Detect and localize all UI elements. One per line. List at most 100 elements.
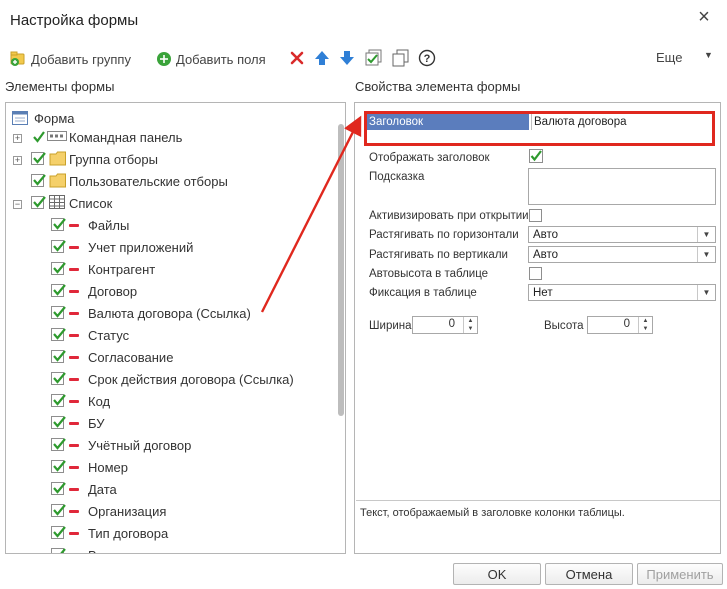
expand-icon[interactable]: + [13, 156, 22, 165]
tree-item-label: Организация [88, 503, 167, 519]
show-heading-checkbox[interactable] [529, 149, 543, 163]
chevron-down-icon[interactable]: ▼ [697, 247, 715, 262]
add-fields-button[interactable]: Добавить поля [156, 48, 266, 70]
tree-child-item[interactable]: Контрагент [88, 258, 155, 280]
tree-root-label: Форма [34, 110, 75, 126]
tree-checkbox[interactable] [51, 218, 66, 231]
tree-checkbox[interactable] [51, 548, 66, 553]
check-all-icon[interactable] [365, 49, 383, 67]
tree-item-label: Учётный договор [88, 437, 192, 453]
scrollbar-thumb[interactable] [338, 124, 344, 416]
tree-checkbox[interactable] [51, 394, 66, 407]
apply-button[interactable]: Применить [637, 563, 723, 585]
field-icon [69, 510, 79, 513]
tree-checkbox[interactable] [51, 460, 66, 473]
tree-child-item[interactable]: Учет приложений [88, 236, 193, 258]
stretch-vertical-value: Авто [533, 248, 559, 261]
tree-checkbox[interactable] [51, 240, 66, 253]
tree-child-item[interactable]: Договор [88, 280, 137, 302]
activate-on-open-label: Активизировать при открытии [369, 210, 529, 222]
collapse-icon[interactable]: − [13, 200, 22, 209]
width-spinner[interactable]: 0 ▲ ▼ [412, 316, 478, 334]
stretch-horizontal-select[interactable]: Авто ▼ [528, 226, 716, 243]
ok-button[interactable]: OK [453, 563, 541, 585]
more-menu-button[interactable]: Еще [656, 50, 682, 65]
tree-checkbox[interactable] [31, 174, 46, 187]
chevron-down-icon[interactable]: ▼ [704, 50, 713, 60]
tree-item-label: Пользовательские отборы [69, 173, 228, 189]
tree-checkbox[interactable] [51, 328, 66, 341]
chevron-down-icon[interactable]: ▼ [697, 285, 715, 300]
heading-property-row[interactable]: Заголовок Валюта договора [364, 111, 715, 146]
tree-checkbox[interactable] [31, 152, 46, 165]
height-spinner[interactable]: 0 ▲ ▼ [587, 316, 653, 334]
tree-child-item[interactable]: Номер [88, 456, 128, 478]
field-icon [69, 268, 79, 271]
form-elements-tree[interactable]: Форма + Командная панель + Группа отборы… [5, 102, 346, 554]
copy-icon[interactable] [392, 49, 410, 67]
tree-checkbox[interactable] [51, 306, 66, 319]
move-down-icon[interactable] [338, 49, 356, 67]
add-group-button[interactable]: Добавить группу [10, 48, 131, 70]
stretch-vertical-select[interactable]: Авто ▼ [528, 246, 716, 263]
field-icon [69, 422, 79, 425]
tree-checkbox[interactable] [31, 196, 46, 209]
tree-item-list[interactable]: Список [69, 192, 112, 214]
tree-child-item[interactable]: Валюта договора (Ссылка) [88, 302, 251, 324]
field-icon [69, 488, 79, 491]
expand-icon[interactable]: + [13, 134, 22, 143]
add-fields-icon [157, 52, 171, 66]
tree-child-item[interactable]: Тип договора [88, 522, 168, 544]
tree-checkbox[interactable] [51, 438, 66, 451]
activate-on-open-checkbox[interactable] [529, 209, 542, 222]
window-title: Настройка формы [10, 12, 139, 29]
tree-child-item[interactable]: БУ [88, 412, 105, 434]
delete-icon[interactable] [288, 49, 306, 67]
tree-checkbox[interactable] [51, 526, 66, 539]
tree-checkbox[interactable] [51, 482, 66, 495]
fixation-select[interactable]: Нет ▼ [528, 284, 716, 301]
help-icon[interactable]: ? [418, 49, 436, 67]
tree-checkbox[interactable] [51, 372, 66, 385]
spinner-arrows-icon[interactable]: ▲ ▼ [463, 317, 477, 333]
tree-child-item[interactable]: Согласование [88, 346, 173, 368]
tree-checkbox[interactable] [51, 284, 66, 297]
property-description: Текст, отображаемый в заголовке колонки … [356, 500, 720, 553]
spinner-arrows-icon[interactable]: ▲ ▼ [638, 317, 652, 333]
tree-child-item[interactable]: Дата [88, 478, 117, 500]
folder-icon [49, 173, 66, 188]
tree-checkbox[interactable] [51, 262, 66, 275]
tree-checkbox[interactable] [51, 416, 66, 429]
auto-height-checkbox[interactable] [529, 267, 542, 280]
show-heading-label: Отображать заголовок [369, 152, 490, 164]
move-up-icon[interactable] [313, 49, 331, 67]
tree-item-command-panel[interactable]: Командная панель [69, 126, 182, 148]
tree-child-item[interactable]: Код [88, 390, 110, 412]
tree-child-item[interactable]: Файлы [88, 214, 129, 236]
chevron-down-icon[interactable]: ▼ [697, 227, 715, 242]
tree-item-label: Контрагент [88, 261, 156, 277]
tree-item-label: Статус [88, 327, 130, 343]
tree-checkbox[interactable] [51, 350, 66, 363]
tree-child-item[interactable]: Срок действия договора (Ссылка) [88, 368, 294, 390]
fixation-value: Нет [533, 286, 553, 299]
tree-child-item[interactable]: Статус [88, 324, 129, 346]
tree-child-item[interactable]: В... [88, 544, 108, 554]
heading-label: Заголовок [367, 114, 529, 130]
tree-item-filter-group[interactable]: Группа отборы [69, 148, 158, 170]
tree-item-label: Дата [88, 481, 117, 497]
tree-item-label: БУ [88, 415, 105, 431]
tree-checkbox[interactable] [51, 504, 66, 517]
tree-item-label: Командная панель [69, 129, 183, 145]
tree-root[interactable]: Форма [12, 107, 75, 129]
hint-input[interactable] [528, 168, 716, 205]
tree-child-item[interactable]: Учётный договор [88, 434, 191, 456]
tree-item-user-filters[interactable]: Пользовательские отборы [69, 170, 228, 192]
tree-scrollbar[interactable] [336, 104, 345, 553]
svg-text:?: ? [424, 53, 431, 65]
heading-value-field[interactable]: Валюта договора [531, 114, 711, 130]
cancel-button[interactable]: Отмена [545, 563, 633, 585]
close-icon[interactable]: × [692, 5, 716, 29]
check-icon[interactable] [32, 130, 46, 143]
tree-child-item[interactable]: Организация [88, 500, 166, 522]
